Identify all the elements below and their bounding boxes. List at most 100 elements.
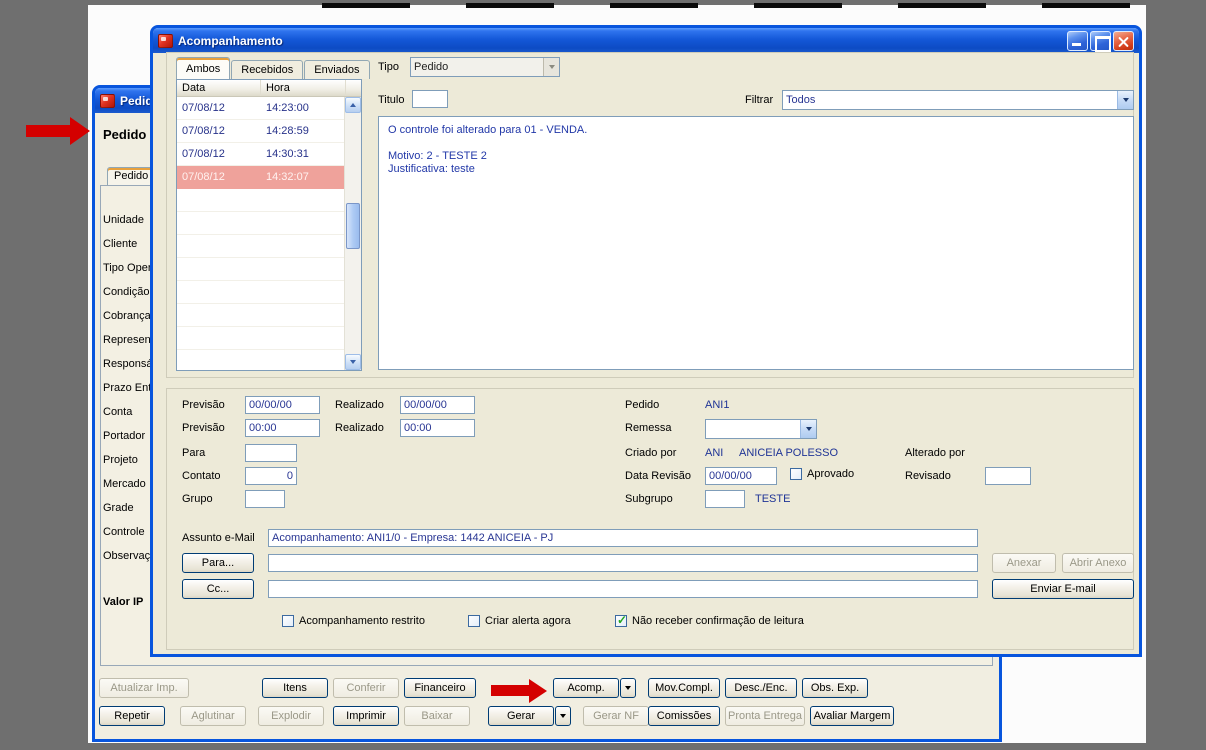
remessa-combobox[interactable] [705, 419, 817, 439]
pedido-field-label: Tipo Oper [103, 262, 152, 274]
tab-recebidos[interactable]: Recebidos [231, 60, 304, 79]
chevron-down-icon [625, 686, 631, 690]
previsao-hora-label: Previsão [182, 422, 225, 434]
list-row-empty[interactable] [177, 304, 344, 327]
window-controls [1067, 30, 1134, 52]
toolbar-button-desc-enc[interactable]: Desc./Enc. [725, 678, 797, 698]
red-arrow-pedido-annotation [26, 117, 90, 145]
aprovado-checkbox[interactable]: Aprovado [790, 468, 854, 480]
list-scrollbar[interactable] [344, 97, 361, 370]
list-row-empty[interactable] [177, 212, 344, 235]
alerta-checkbox[interactable]: Criar alerta agora [468, 615, 571, 627]
scrollbar-thumb[interactable] [346, 203, 360, 249]
message-textarea[interactable]: O controle foi alterado para 01 - VENDA.… [378, 116, 1134, 370]
top-border-dash [610, 3, 698, 8]
assunto-input[interactable] [268, 529, 978, 547]
revisado-label: Revisado [905, 470, 951, 482]
realizado-data-label: Realizado [335, 399, 384, 411]
close-button[interactable] [1113, 30, 1134, 51]
tipo-combobox[interactable]: Pedido [410, 57, 560, 77]
restrito-checkbox[interactable]: Acompanhamento restrito [282, 615, 425, 627]
list-row[interactable]: 07/08/12 14:28:59 [177, 120, 344, 143]
realizado-hora-input[interactable] [400, 419, 475, 437]
toolbar-button-gerar[interactable]: Gerar [488, 706, 554, 726]
toolbar-button-financeiro[interactable]: Financeiro [404, 678, 476, 698]
toolbar-button-atualizar-imp[interactable]: Atualizar Imp. [99, 678, 189, 698]
toolbar-button-gerar-nf[interactable]: Gerar NF [583, 706, 649, 726]
previsao-hora-input[interactable] [245, 419, 320, 437]
subgrupo-name: TESTE [755, 493, 791, 505]
toolbar-button-aglutinar[interactable]: Aglutinar [180, 706, 246, 726]
anexar-button[interactable]: Anexar [992, 553, 1056, 573]
subgrupo-label: Subgrupo [625, 493, 673, 505]
list-row-empty[interactable] [177, 327, 344, 350]
contato-input[interactable] [245, 467, 297, 485]
email-para-input[interactable] [268, 554, 978, 572]
filtrar-combobox[interactable]: Todos [782, 90, 1134, 110]
toolbar-button-obs-exp[interactable]: Obs. Exp. [802, 678, 868, 698]
top-border-dash [322, 3, 410, 8]
list-row-empty[interactable] [177, 350, 344, 370]
revisado-input[interactable] [985, 467, 1031, 485]
toolbar-button-comissoes[interactable]: Comissões [648, 706, 720, 726]
dropdown-arrow-icon[interactable] [543, 58, 559, 76]
pedido-field-label: Mercado [103, 478, 146, 490]
previsao-data-input[interactable] [245, 396, 320, 414]
para-button[interactable]: Para... [182, 553, 254, 573]
grupo-input[interactable] [245, 490, 285, 508]
para-input[interactable] [245, 444, 297, 462]
minimize-button[interactable] [1067, 30, 1088, 51]
titulo-input[interactable] [412, 90, 448, 108]
acomp-dropdown-button[interactable] [620, 678, 636, 698]
toolbar-button-repetir[interactable]: Repetir [99, 706, 165, 726]
tab-enviados[interactable]: Enviados [304, 60, 370, 79]
dropdown-arrow-icon[interactable] [800, 420, 816, 438]
toolbar-button-baixar[interactable]: Baixar [404, 706, 470, 726]
list-row[interactable]: 07/08/12 14:23:00 [177, 97, 344, 120]
toolbar-button-pronta-entrega[interactable]: Pronta Entrega [725, 706, 805, 726]
list-row-selected[interactable]: 07/08/12 14:32:07 [177, 166, 344, 189]
history-tabs: Ambos Recebidos Enviados [176, 57, 371, 79]
column-header-data[interactable]: Data [177, 80, 261, 96]
top-border-dash [754, 3, 842, 8]
toolbar-button-acomp[interactable]: Acomp. [553, 678, 619, 698]
top-border-dash [898, 3, 986, 8]
criado-por-label: Criado por [625, 447, 677, 459]
list-row-empty[interactable] [177, 189, 344, 212]
pedido-field-label: Controle [103, 526, 145, 538]
subgrupo-input[interactable] [705, 490, 745, 508]
scroll-up-icon[interactable] [345, 97, 361, 113]
scroll-down-icon[interactable] [345, 354, 361, 370]
column-header-hora[interactable]: Hora [261, 80, 346, 96]
criado-por-name: ANICEIA POLESSO [739, 447, 839, 459]
toolbar-button-mov-compl[interactable]: Mov.Compl. [648, 678, 720, 698]
list-row[interactable]: 07/08/12 14:30:31 [177, 143, 344, 166]
maximize-button[interactable] [1090, 30, 1111, 52]
list-row-empty[interactable] [177, 281, 344, 304]
data-revisao-input[interactable] [705, 467, 777, 485]
acomp-titlebar[interactable]: Acompanhamento [153, 28, 1139, 53]
realizado-data-input[interactable] [400, 396, 475, 414]
gerar-dropdown-button[interactable] [555, 706, 571, 726]
leitura-checkbox[interactable]: Não receber confirmação de leitura [615, 613, 804, 627]
history-list[interactable]: Data Hora 07/08/12 14:23:00 07/08/12 14:28… [176, 79, 362, 371]
list-row-empty[interactable] [177, 258, 344, 281]
cc-button[interactable]: Cc... [182, 579, 254, 599]
list-header[interactable]: Data Hora [177, 80, 361, 97]
enviar-email-button[interactable]: Enviar E-mail [992, 579, 1134, 599]
pedido-field-label: Cobrança [103, 310, 151, 322]
tab-ambos[interactable]: Ambos [176, 57, 231, 79]
list-row-empty[interactable] [177, 235, 344, 258]
grupo-label: Grupo [182, 493, 213, 505]
toolbar-button-avaliar-margem[interactable]: Avaliar Margem [810, 706, 894, 726]
email-cc-input[interactable] [268, 580, 978, 598]
toolbar-button-imprimir[interactable]: Imprimir [333, 706, 399, 726]
dropdown-arrow-icon[interactable] [1117, 91, 1133, 109]
acomp-app-icon [158, 33, 173, 48]
toolbar-button-conferir[interactable]: Conferir [333, 678, 399, 698]
abrir-anexo-button[interactable]: Abrir Anexo [1062, 553, 1134, 573]
toolbar-button-explodir[interactable]: Explodir [258, 706, 324, 726]
toolbar-button-itens[interactable]: Itens [262, 678, 328, 698]
pedido-tab[interactable]: Pedido [107, 167, 153, 186]
realizado-hora-label: Realizado [335, 422, 384, 434]
